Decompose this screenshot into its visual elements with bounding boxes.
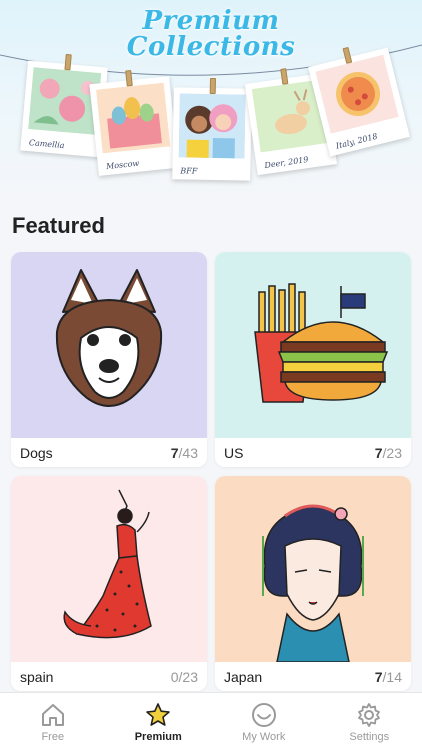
photo-caption: Deer, 2019 (263, 154, 310, 171)
tab-settings[interactable]: Settings (317, 693, 422, 750)
bff-photo (178, 93, 246, 159)
progress-count: 7/14 (375, 669, 402, 685)
italy-photo (315, 54, 399, 134)
tab-free[interactable]: Free (0, 693, 106, 750)
collection-name: US (224, 445, 244, 461)
progress-total: /14 (382, 669, 402, 685)
polaroid-bff: BFF (172, 77, 252, 181)
clothespin-icon (209, 77, 216, 95)
progress-done: 0 (170, 669, 179, 685)
husky-artwork (11, 252, 207, 438)
progress-count: 7/43 (171, 445, 198, 461)
smiley-icon (251, 703, 276, 727)
tab-label: Premium (134, 731, 182, 743)
featured-heading: Featured (12, 213, 105, 238)
clothespin-icon (64, 53, 72, 71)
photo-caption: Moscow (105, 158, 140, 172)
photo-caption: Italy, 2018 (334, 131, 379, 151)
bottom-tab-bar: Free Premium My Work Settings (0, 692, 422, 750)
photo-caption: Camellia (28, 138, 65, 151)
flamenco-dancer-artwork (11, 476, 207, 662)
card-footer: Japan 7/14 (215, 662, 411, 691)
gear-icon (358, 703, 381, 727)
burger-fries-artwork (215, 252, 411, 438)
collection-name: Japan (224, 669, 263, 685)
progress-total: /43 (178, 445, 198, 461)
premium-collections-banner[interactable]: Premium Collections Camellia Moscow BFF … (0, 0, 422, 200)
progress-done: 7 (374, 445, 383, 461)
tab-label: Free (41, 731, 65, 743)
collection-card-spain[interactable]: spain 0/23 (11, 476, 207, 691)
collection-card-dogs[interactable]: Dogs 7/43 (11, 252, 207, 467)
geisha-artwork (215, 476, 411, 662)
tab-label: My Work (242, 731, 286, 743)
tab-label: Settings (349, 731, 390, 743)
collection-name: Dogs (20, 445, 53, 461)
collection-name: spain (20, 669, 54, 685)
card-footer: Dogs 7/43 (11, 438, 207, 467)
polaroid-moscow: Moscow (89, 69, 179, 176)
banner-title: Premium Collections (0, 8, 422, 60)
progress-count: 7/23 (375, 445, 402, 461)
progress-total: /23 (382, 445, 402, 461)
tab-my-work[interactable]: My Work (211, 693, 317, 750)
card-footer: US 7/23 (215, 438, 411, 467)
progress-total: /23 (178, 669, 198, 685)
star-icon (146, 703, 171, 726)
progress-count: 0/23 (171, 669, 198, 685)
moscow-photo (96, 82, 171, 154)
tab-premium[interactable]: Premium (106, 693, 212, 750)
collection-card-us[interactable]: US 7/23 (215, 252, 411, 467)
home-icon (41, 704, 64, 726)
progress-done: 7 (170, 445, 179, 461)
progress-done: 7 (374, 669, 383, 685)
photo-caption: BFF (180, 166, 198, 176)
collection-card-japan[interactable]: Japan 7/14 (215, 476, 411, 691)
card-footer: spain 0/23 (11, 662, 207, 691)
